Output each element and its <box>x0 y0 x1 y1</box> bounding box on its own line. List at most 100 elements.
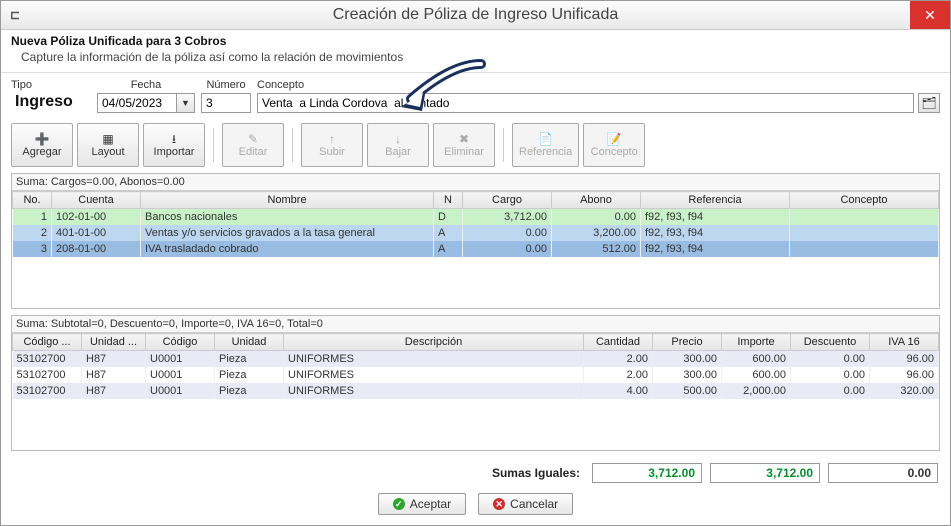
toolbar-separator <box>503 128 504 162</box>
subheader-subtitle: Capture la información de la póliza así … <box>21 50 940 64</box>
cell: 53102700 <box>13 351 82 368</box>
numero-label: Número <box>201 79 251 91</box>
fecha-label: Fecha <box>97 79 195 91</box>
eliminar-icon: ✖ <box>459 133 469 145</box>
agregar-button[interactable]: ➕Agregar <box>11 123 73 167</box>
col-cargo[interactable]: Cargo <box>463 192 552 209</box>
cell: UNIFORMES <box>284 383 584 399</box>
importar-button[interactable]: ⭳Importar <box>143 123 205 167</box>
cell: 208-01-00 <box>52 241 141 257</box>
cancel-button[interactable]: ✕ Cancelar <box>478 493 573 515</box>
cancel-icon: ✕ <box>493 498 505 510</box>
cell: 53102700 <box>13 383 82 399</box>
col-cantidad[interactable]: Cantidad <box>584 334 653 351</box>
cell: 3,712.00 <box>463 209 552 226</box>
editar-icon: ✎ <box>248 133 258 145</box>
concepto-lookup-button[interactable]: 🗂 <box>918 93 940 113</box>
cell: 401-01-00 <box>52 225 141 241</box>
totals-row: Sumas Iguales: 3,712.00 3,712.00 0.00 <box>1 457 950 489</box>
col-nombre[interactable]: Nombre <box>141 192 434 209</box>
col-importe[interactable]: Importe <box>722 334 791 351</box>
movements-suma: Suma: Cargos=0.00, Abonos=0.00 <box>12 174 939 191</box>
col-unidadsat[interactable]: Unidad ... <box>82 334 146 351</box>
referencia-button: 📄Referencia <box>512 123 579 167</box>
eliminar-label: Eliminar <box>444 146 484 158</box>
table-row[interactable]: 2401-01-00Ventas y/o servicios gravados … <box>13 225 939 241</box>
cell: 0.00 <box>791 351 870 368</box>
col-descuento[interactable]: Descuento <box>791 334 870 351</box>
col-cuenta[interactable]: Cuenta <box>52 192 141 209</box>
accept-button[interactable]: ✓ Aceptar <box>378 493 466 515</box>
cell: 600.00 <box>722 351 791 368</box>
layout-icon: ▦ <box>102 133 113 145</box>
col-desc[interactable]: Descripción <box>284 334 584 351</box>
cell: 0.00 <box>791 367 870 383</box>
fecha-input[interactable] <box>97 93 177 113</box>
movements-grid[interactable]: No. Cuenta Nombre N Cargo Abono Referenc… <box>12 191 939 257</box>
concepto-input[interactable] <box>257 93 914 113</box>
table-row[interactable]: 53102700H87U0001PiezaUNIFORMES2.00300.00… <box>13 367 939 383</box>
toolbar: ➕Agregar▦Layout⭳Importar✎Editar↑Subir↓Ba… <box>1 119 950 173</box>
totals-diff: 0.00 <box>828 463 938 483</box>
cell: 96.00 <box>870 351 939 368</box>
cell: H87 <box>82 383 146 399</box>
table-row[interactable]: 1102-01-00Bancos nacionalesD3,712.000.00… <box>13 209 939 226</box>
cell: f92, f93, f94 <box>641 241 790 257</box>
col-precio[interactable]: Precio <box>653 334 722 351</box>
subheader-title: Nueva Póliza Unificada para 3 Cobros <box>11 34 940 48</box>
col-no[interactable]: No. <box>13 192 52 209</box>
col-concepto[interactable]: Concepto <box>790 192 939 209</box>
numero-input[interactable] <box>201 93 251 113</box>
col-iva[interactable]: IVA 16 <box>870 334 939 351</box>
tipo-label: Tipo <box>11 79 32 91</box>
lookup-icon: 🗂 <box>921 96 936 110</box>
fecha-dropdown[interactable]: ▼ <box>177 93 195 113</box>
col-unidad[interactable]: Unidad <box>215 334 284 351</box>
subir-icon: ↑ <box>329 133 335 145</box>
cell: 500.00 <box>653 383 722 399</box>
eliminar-button: ✖Eliminar <box>433 123 495 167</box>
details-grid[interactable]: Código ... Unidad ... Código Unidad Desc… <box>12 333 939 399</box>
col-codigo[interactable]: Código ... <box>13 334 82 351</box>
cell: 0.00 <box>791 383 870 399</box>
totals-label: Sumas Iguales: <box>492 466 580 480</box>
cell: 600.00 <box>722 367 791 383</box>
cell: Ventas y/o servicios gravados a la tasa … <box>141 225 434 241</box>
cell: 4.00 <box>584 383 653 399</box>
cell: f92, f93, f94 <box>641 225 790 241</box>
col-referencia[interactable]: Referencia <box>641 192 790 209</box>
cell: Pieza <box>215 351 284 368</box>
check-icon: ✓ <box>393 498 405 510</box>
editar-label: Editar <box>239 146 268 158</box>
table-row[interactable]: 53102700H87U0001PiezaUNIFORMES2.00300.00… <box>13 351 939 368</box>
close-icon: ✕ <box>924 7 936 24</box>
cell: 300.00 <box>653 351 722 368</box>
close-button[interactable]: ✕ <box>910 1 950 29</box>
details-suma: Suma: Subtotal=0, Descuento=0, Importe=0… <box>12 316 939 333</box>
editar-button: ✎Editar <box>222 123 284 167</box>
col-n[interactable]: N <box>434 192 463 209</box>
cell: 3,200.00 <box>552 225 641 241</box>
layout-button[interactable]: ▦Layout <box>77 123 139 167</box>
cell: 2.00 <box>584 351 653 368</box>
movements-panel: Suma: Cargos=0.00, Abonos=0.00 No. Cuent… <box>11 173 940 309</box>
chevron-down-icon: ▼ <box>181 98 190 108</box>
cell: 320.00 <box>870 383 939 399</box>
cell <box>790 225 939 241</box>
agregar-label: Agregar <box>22 146 61 158</box>
cell: 2,000.00 <box>722 383 791 399</box>
cell: UNIFORMES <box>284 351 584 368</box>
cell: UNIFORMES <box>284 367 584 383</box>
table-row[interactable]: 3208-01-00IVA trasladado cobradoA0.00512… <box>13 241 939 257</box>
col-abono[interactable]: Abono <box>552 192 641 209</box>
cell: 1 <box>13 209 52 226</box>
col-codigo2[interactable]: Código <box>146 334 215 351</box>
totals-cargo: 3,712.00 <box>592 463 702 483</box>
cell: U0001 <box>146 351 215 368</box>
cell: Bancos nacionales <box>141 209 434 226</box>
importar-icon: ⭳ <box>172 133 176 145</box>
table-row[interactable]: 53102700H87U0001PiezaUNIFORMES4.00500.00… <box>13 383 939 399</box>
cell: 3 <box>13 241 52 257</box>
referencia-icon: 📄 <box>538 133 553 145</box>
cell: U0001 <box>146 383 215 399</box>
